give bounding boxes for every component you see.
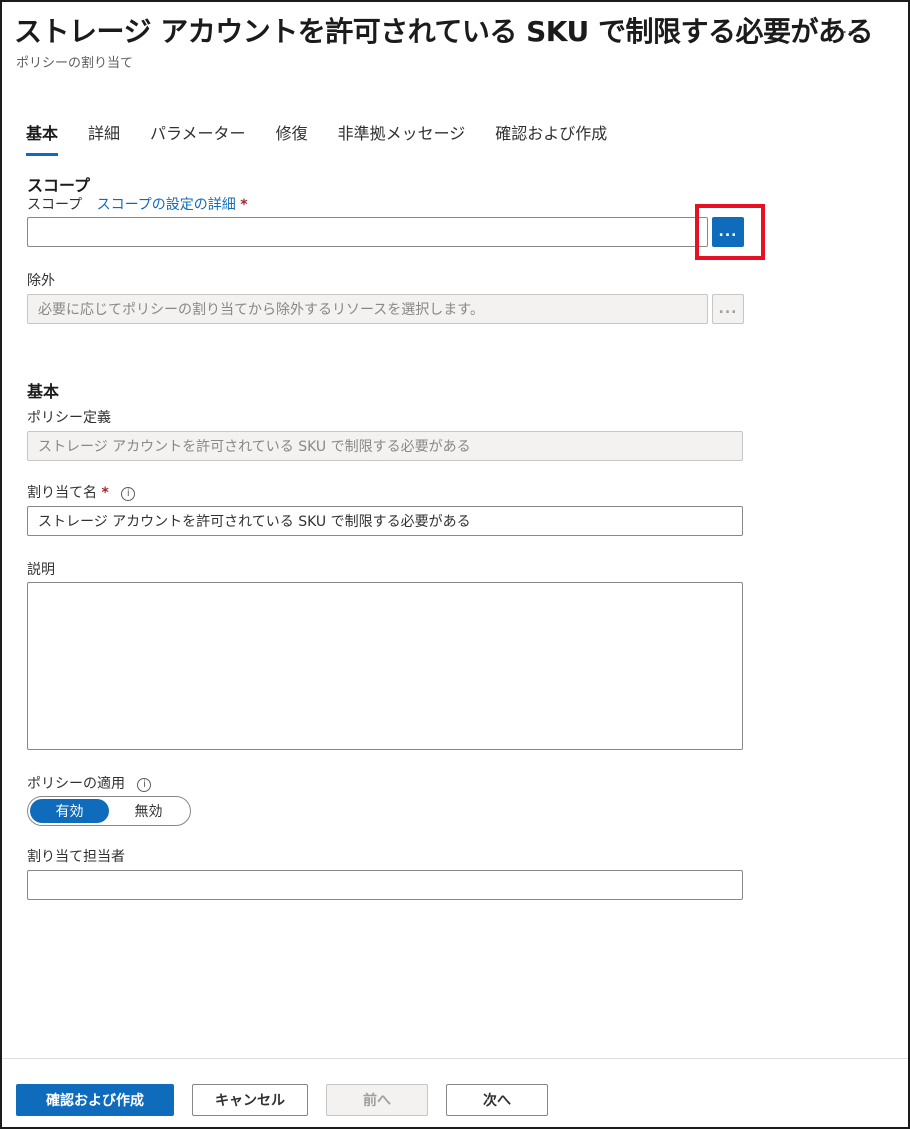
page-title: ストレージ アカウントを許可されている SKU で制限する必要がある (14, 15, 873, 48)
more-options-icon[interactable]: … (842, 18, 859, 37)
info-icon[interactable]: i (137, 778, 152, 792)
exclusions-picker-button[interactable]: ... (712, 294, 744, 324)
enforcement-label-row: ポリシーの適用 i (27, 773, 152, 793)
assigned-by-label: 割り当て担当者 (27, 849, 125, 865)
assigned-by-input[interactable] (27, 870, 743, 900)
next-button[interactable]: 次へ (446, 1084, 548, 1116)
exclusions-input[interactable]: 必要に応じてポリシーの割り当てから除外するリソースを選択します。 (27, 294, 708, 324)
info-icon[interactable]: i (121, 487, 136, 501)
cancel-button[interactable]: キャンセル (192, 1084, 308, 1116)
enforcement-label: ポリシーの適用 (27, 776, 125, 792)
required-mark: * (101, 485, 109, 501)
description-textarea[interactable] (27, 582, 743, 750)
page-subtitle: ポリシーの割り当て (16, 56, 134, 71)
footer-divider (2, 1058, 908, 1059)
tab-bar: 基本 詳細 パラメーター 修復 非準拠メッセージ 確認および作成 (26, 120, 637, 156)
basics-section-heading: 基本 (27, 382, 60, 401)
enforcement-disabled-option[interactable]: 無効 (109, 799, 188, 823)
assignment-name-label-row: 割り当て名 * i (27, 482, 136, 502)
assignment-name-label: 割り当て名 (27, 485, 97, 501)
window-frame (0, 0, 910, 1129)
policy-definition-field: ストレージ アカウントを許可されている SKU で制限する必要がある (27, 431, 743, 461)
enforcement-toggle: 有効 無効 (27, 796, 191, 826)
scope-label: スコープ (27, 197, 83, 213)
previous-button[interactable]: 前へ (326, 1084, 428, 1116)
description-label: 説明 (27, 562, 55, 578)
tab-parameters[interactable]: パラメーター (150, 120, 246, 156)
required-mark: * (240, 197, 248, 213)
highlight-box (695, 204, 765, 260)
enforcement-enabled-option[interactable]: 有効 (30, 799, 109, 823)
policy-definition-label: ポリシー定義 (27, 410, 111, 426)
review-create-button[interactable]: 確認および作成 (16, 1084, 174, 1116)
assignment-name-input[interactable]: ストレージ アカウントを許可されている SKU で制限する必要がある (27, 506, 743, 536)
scope-learn-more-link[interactable]: スコープの設定の詳細 (97, 197, 236, 213)
scope-label-row: スコープ スコープの設定の詳細 * (27, 194, 248, 214)
scope-input[interactable] (27, 217, 708, 247)
tab-basics[interactable]: 基本 (26, 120, 59, 156)
tab-review-create[interactable]: 確認および作成 (495, 120, 607, 156)
exclusions-label: 除外 (27, 273, 55, 289)
scope-section-heading: スコープ (27, 176, 91, 195)
tab-non-compliance-messages[interactable]: 非準拠メッセージ (338, 120, 466, 156)
tab-advanced[interactable]: 詳細 (88, 120, 120, 156)
tab-remediation[interactable]: 修復 (276, 120, 308, 156)
